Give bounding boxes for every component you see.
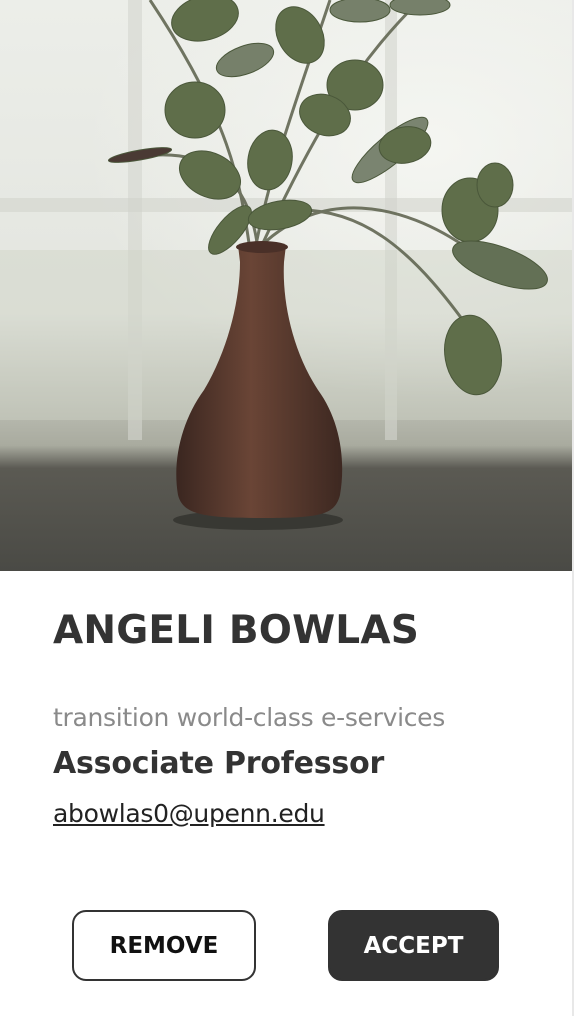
profile-name: ANGELI BOWLAS: [53, 608, 420, 653]
profile-card: ANGELI BOWLAS transition world-class e-s…: [0, 0, 574, 1016]
profile-email-link[interactable]: abowlas0@upenn.edu: [53, 799, 325, 828]
profile-tagline: transition world-class e-services: [53, 703, 445, 732]
accept-button[interactable]: ACCEPT: [328, 910, 499, 981]
remove-button[interactable]: REMOVE: [72, 910, 256, 981]
profile-position: Associate Professor: [53, 746, 385, 781]
profile-photo: [0, 0, 572, 571]
